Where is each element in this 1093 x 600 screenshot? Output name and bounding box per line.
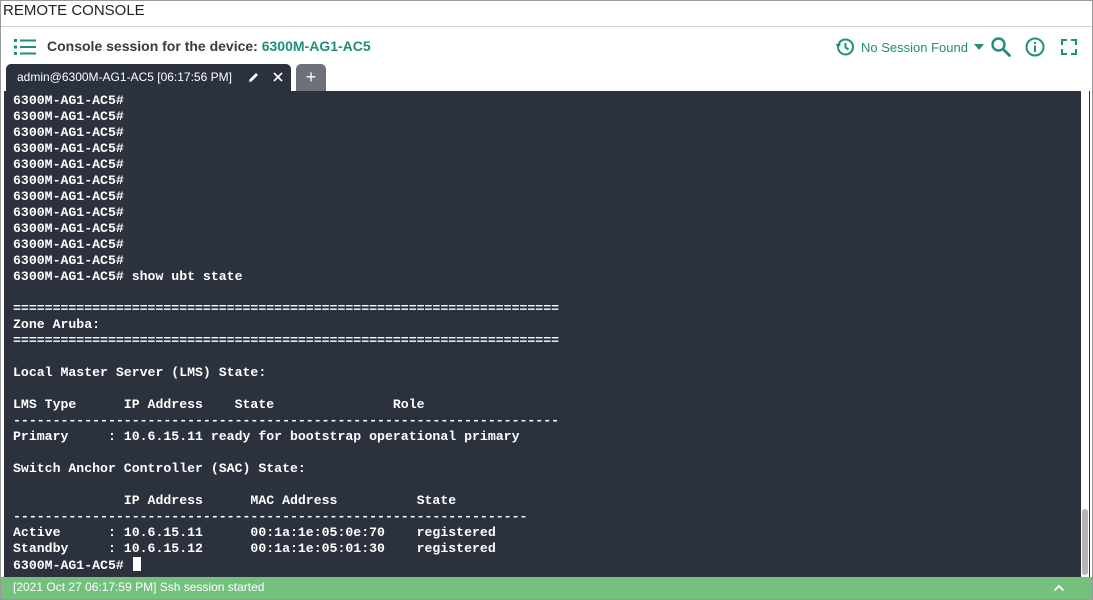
terminal-prompt: 6300M-AG1-AC5#	[13, 558, 132, 573]
device-name: 6300M-AG1-AC5	[261, 38, 371, 54]
session-dropdown[interactable]: No Session Found	[835, 36, 984, 58]
session-status-label: No Session Found	[861, 39, 968, 55]
window-title: REMOTE CONSOLE	[1, 1, 1092, 27]
tab-label: admin@6300M-AG1-AC5 [06:17:56 PM]	[17, 70, 232, 84]
console-header: Console session for the device: 6300M-AG…	[1, 28, 1092, 64]
list-menu-icon[interactable]	[14, 38, 36, 56]
terminal-scrollbar[interactable]	[1081, 91, 1089, 577]
terminal-cursor	[132, 557, 141, 571]
close-icon[interactable]	[271, 70, 285, 84]
scrollbar-thumb[interactable]	[1082, 509, 1088, 575]
status-bar: [2021 Oct 27 06:17:59 PM] Ssh session st…	[1, 577, 1092, 599]
chevron-up-icon[interactable]	[1052, 581, 1066, 595]
add-tab-button[interactable]: +	[296, 64, 326, 91]
session-tabs: admin@6300M-AG1-AC5 [06:17:56 PM] +	[1, 64, 1092, 91]
search-icon[interactable]	[990, 36, 1012, 58]
console-session-heading: Console session for the device: 6300M-AG…	[47, 38, 371, 54]
terminal-lines: 6300M-AG1-AC5# 6300M-AG1-AC5# 6300M-AG1-…	[13, 93, 560, 556]
history-icon	[835, 38, 854, 56]
terminal-output[interactable]: 6300M-AG1-AC5# 6300M-AG1-AC5# 6300M-AG1-…	[4, 91, 1090, 577]
chevron-down-icon	[973, 44, 984, 50]
terminal-text: 6300M-AG1-AC5# 6300M-AG1-AC5# 6300M-AG1-…	[13, 93, 559, 574]
edit-icon[interactable]	[247, 71, 260, 84]
fullscreen-icon[interactable]	[1058, 36, 1080, 58]
heading-prefix: Console session for the device:	[47, 38, 262, 54]
tab-session[interactable]: admin@6300M-AG1-AC5 [06:17:56 PM]	[6, 64, 291, 91]
info-icon[interactable]	[1024, 36, 1046, 58]
status-message: [2021 Oct 27 06:17:59 PM] Ssh session st…	[13, 580, 265, 594]
remote-console-window: REMOTE CONSOLE Console session for the d…	[0, 0, 1093, 600]
